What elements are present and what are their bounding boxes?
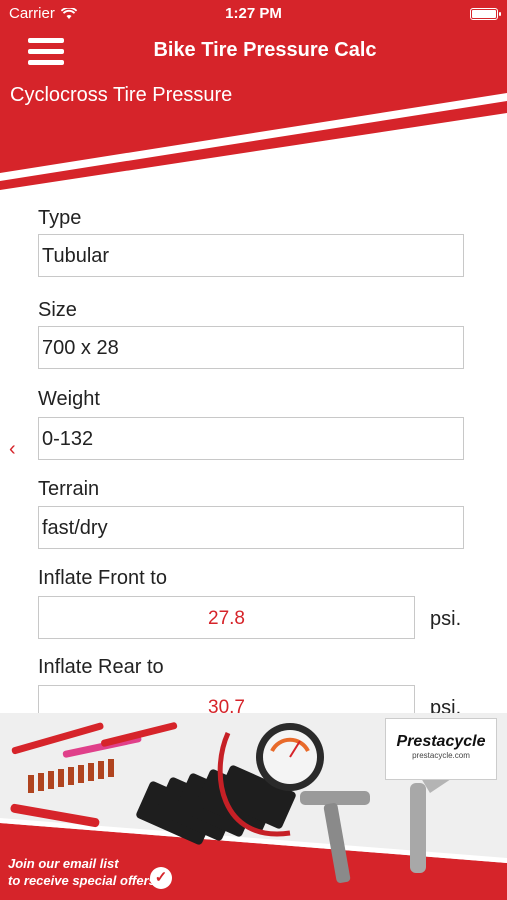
brand-url: prestacycle.com bbox=[412, 751, 470, 760]
page-subtitle: Cyclocross Tire Pressure bbox=[10, 84, 233, 106]
brand-logo: Prestacycle prestacycle.com bbox=[385, 718, 497, 780]
weight-label: Weight bbox=[38, 388, 100, 410]
size-label: Size bbox=[38, 299, 77, 321]
battery-level bbox=[472, 10, 496, 18]
hamburger-menu-icon[interactable] bbox=[28, 38, 64, 66]
size-field[interactable]: 700 x 28 bbox=[38, 326, 464, 369]
ad-text-line2: to receive special offers! bbox=[8, 873, 161, 888]
type-label: Type bbox=[38, 207, 82, 229]
terrain-field[interactable]: fast/dry bbox=[38, 506, 464, 549]
weight-field[interactable]: 0-132 bbox=[38, 417, 464, 460]
nav-title: Bike Tire Pressure Calc bbox=[153, 39, 377, 61]
status-time: 1:27 PM bbox=[225, 5, 282, 22]
ad-text-line1: Join our email list bbox=[8, 856, 119, 871]
ad-text: Join our email list to receive special o… bbox=[8, 855, 160, 889]
back-chevron-icon[interactable]: ‹ bbox=[9, 438, 16, 461]
status-bar: Carrier 1:27 PM bbox=[0, 0, 507, 28]
inflate-front-label: Inflate Front to bbox=[38, 567, 167, 589]
inflate-front-value: 27.8 bbox=[38, 596, 415, 639]
brand-name: Prestacycle bbox=[396, 733, 486, 750]
terrain-label: Terrain bbox=[38, 478, 100, 500]
ad-banner[interactable]: Prestacycle prestacycle.com Join our ema… bbox=[0, 713, 507, 900]
check-icon: ✓ bbox=[150, 867, 172, 889]
battery-icon bbox=[470, 8, 501, 20]
nav-bar: Bike Tire Pressure Calc bbox=[0, 28, 507, 76]
inflate-front-unit: psi. bbox=[430, 608, 462, 630]
type-field[interactable]: Tubular bbox=[38, 234, 464, 277]
inflate-rear-label: Inflate Rear to bbox=[38, 656, 164, 678]
